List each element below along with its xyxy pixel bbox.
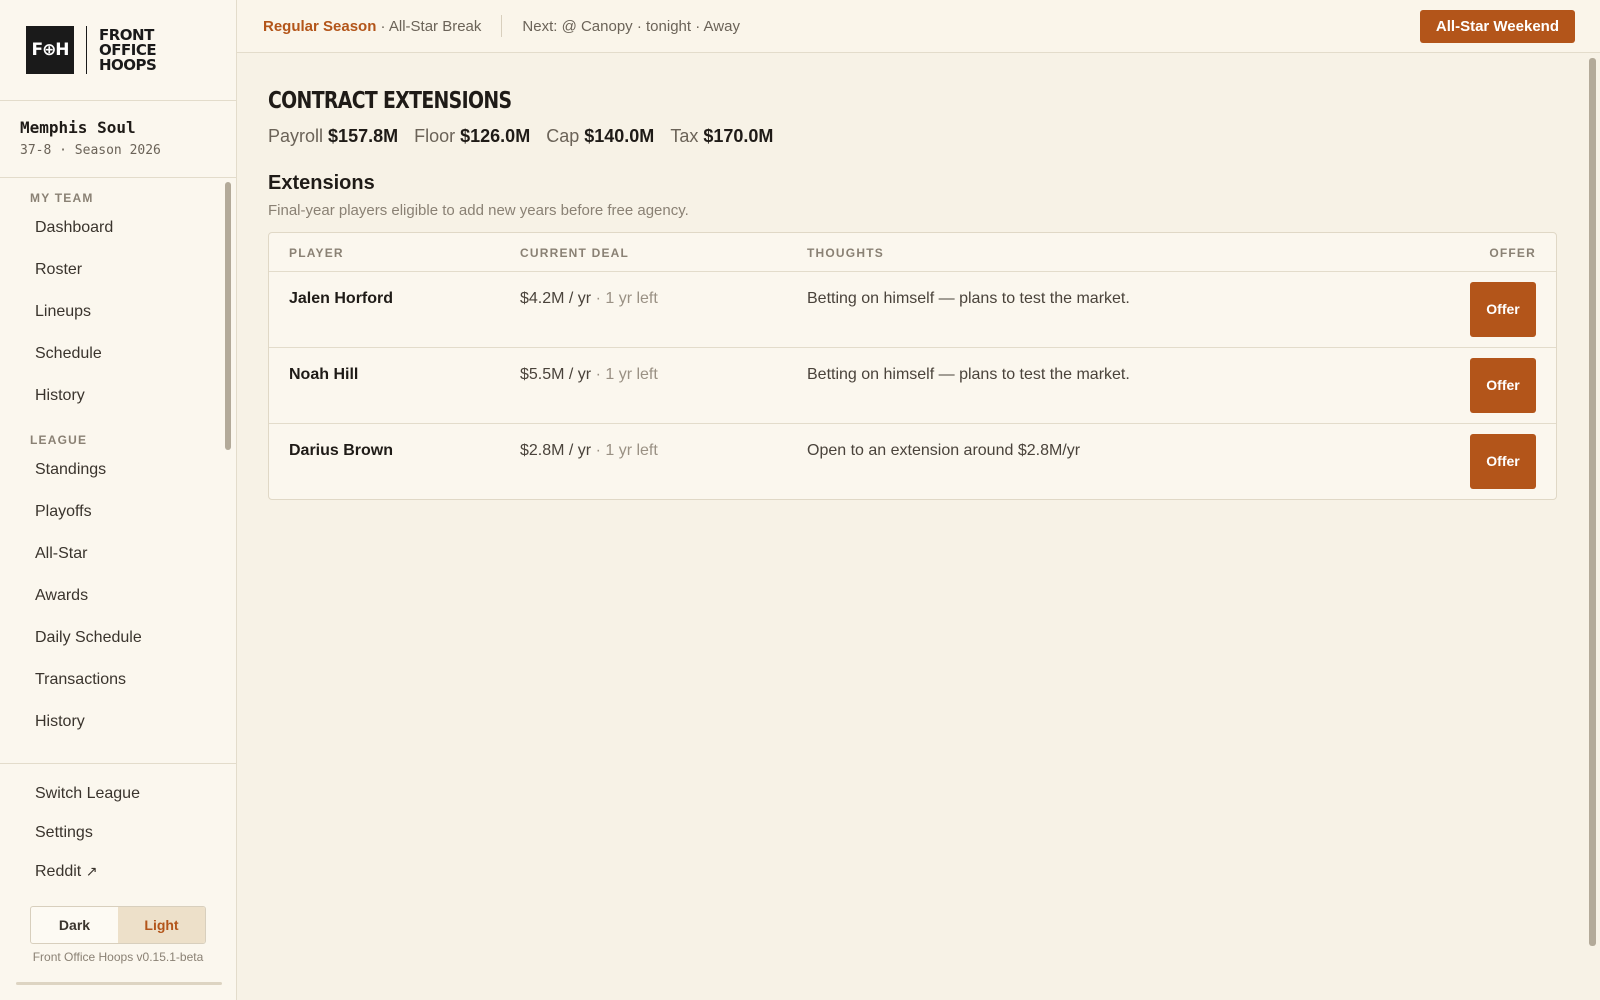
column-header-deal: CURRENT DEAL xyxy=(520,246,630,260)
app-version: Front Office Hoops v0.15.1-beta xyxy=(32,950,204,964)
deal-salary: $5.5M / yr xyxy=(520,366,592,383)
sidebar-scrollbar[interactable] xyxy=(225,182,231,450)
reddit-label: Reddit xyxy=(35,863,82,880)
cap-label: Tax xyxy=(670,126,699,146)
cap-item-floor: Floor $126.0M xyxy=(414,126,530,147)
sidebar-item-settings[interactable]: Settings xyxy=(0,813,236,852)
cap-item-tax: Tax $170.0M xyxy=(670,126,773,147)
sidebar-item-league-history[interactable]: History xyxy=(0,701,236,743)
cap-item-payroll: Payroll $157.8M xyxy=(268,126,398,147)
sidebar-item-playoffs[interactable]: Playoffs xyxy=(0,491,236,533)
logo-word: HOOPS xyxy=(99,55,157,74)
table-row: Noah Hill $5.5M / yr · 1 yr left Betting… xyxy=(269,348,1556,424)
deal-salary: $2.8M / yr xyxy=(520,442,592,459)
sidebar-item-dashboard[interactable]: Dashboard xyxy=(0,207,236,249)
external-link-icon: ↗ xyxy=(85,863,98,879)
deal-years: · 1 yr left xyxy=(591,290,658,307)
theme-toggle: Dark Light xyxy=(30,906,206,944)
sidebar-item-schedule[interactable]: Schedule xyxy=(0,333,236,375)
player-thoughts: Betting on himself — plans to test the m… xyxy=(807,366,1130,383)
extensions-table: PLAYER CURRENT DEAL THOUGHTS OFFER Jalen… xyxy=(268,232,1557,500)
nav-section-my-team: MY TEAM xyxy=(30,191,94,205)
deal-years: · 1 yr left xyxy=(591,366,658,383)
sidebar-item-lineups[interactable]: Lineups xyxy=(0,291,236,333)
sidebar-nav: MY TEAM Dashboard Roster Lineups Schedul… xyxy=(0,178,236,764)
team-card: Memphis Soul 37-8 · Season 2026 xyxy=(0,101,236,178)
top-bar-divider xyxy=(501,15,503,37)
section-subtitle: Final-year players eligible to add new y… xyxy=(268,202,689,219)
sidebar-item-all-star[interactable]: All-Star xyxy=(0,533,236,575)
sidebar-item-transactions[interactable]: Transactions xyxy=(0,659,236,701)
sidebar-bottom-scrollbar[interactable] xyxy=(16,982,222,985)
theme-dark-button[interactable]: Dark xyxy=(31,907,118,943)
cap-label: Payroll xyxy=(268,126,324,146)
offer-button[interactable]: Offer xyxy=(1470,358,1536,413)
sidebar-item-awards[interactable]: Awards xyxy=(0,575,236,617)
logo[interactable]: F⊕H FRONT OFFICE HOOPS xyxy=(0,0,236,101)
cap-item-cap: Cap $140.0M xyxy=(546,126,654,147)
next-game: Next: @ Canopy · tonight · Away xyxy=(522,17,740,35)
logo-mark: F⊕H xyxy=(26,26,74,74)
season-label: Regular Season xyxy=(263,17,377,35)
main-content: CONTRACT EXTENSIONS Payroll $157.8M Floo… xyxy=(237,54,1600,1000)
sidebar-item-daily-schedule[interactable]: Daily Schedule xyxy=(0,617,236,659)
column-header-thoughts: THOUGHTS xyxy=(807,246,884,260)
table-header: PLAYER CURRENT DEAL THOUGHTS OFFER xyxy=(269,233,1556,272)
player-thoughts: Open to an extension around $2.8M/yr xyxy=(807,442,1081,459)
cap-label: Floor xyxy=(414,126,456,146)
deal-salary: $4.2M / yr xyxy=(520,290,592,307)
sidebar-item-history[interactable]: History xyxy=(0,375,236,417)
offer-button[interactable]: Offer xyxy=(1470,282,1536,337)
cap-value: $170.0M xyxy=(703,126,774,146)
sidebar-item-switch-league[interactable]: Switch League xyxy=(0,774,236,813)
all-star-weekend-button[interactable]: All-Star Weekend xyxy=(1419,10,1575,43)
team-name: Memphis Soul xyxy=(20,118,136,137)
deal-years: · 1 yr left xyxy=(591,442,658,459)
table-row: Darius Brown $2.8M / yr · 1 yr left Open… xyxy=(269,424,1556,500)
sidebar-item-reddit[interactable]: Reddit ↗ xyxy=(0,852,236,891)
sidebar-item-standings[interactable]: Standings xyxy=(0,449,236,491)
sidebar: F⊕H FRONT OFFICE HOOPS Memphis Soul 37-8… xyxy=(0,0,237,1000)
page-title: CONTRACT EXTENSIONS xyxy=(268,88,512,114)
cap-value: $140.0M xyxy=(584,126,655,146)
sidebar-footer-nav: Switch League Settings Reddit ↗ xyxy=(0,774,236,891)
current-deal: $5.5M / yr · 1 yr left xyxy=(520,366,658,384)
player-thoughts: Betting on himself — plans to test the m… xyxy=(807,290,1130,307)
player-name[interactable]: Jalen Horford xyxy=(289,290,393,308)
cap-value: $157.8M xyxy=(328,126,399,146)
table-row: Jalen Horford $4.2M / yr · 1 yr left Bet… xyxy=(269,272,1556,348)
cap-label: Cap xyxy=(546,126,580,146)
player-name[interactable]: Darius Brown xyxy=(289,442,393,460)
team-record: 37-8 · Season 2026 xyxy=(20,143,161,158)
player-name[interactable]: Noah Hill xyxy=(289,366,358,384)
logo-divider xyxy=(86,26,87,74)
column-header-player: PLAYER xyxy=(289,246,344,260)
offer-button[interactable]: Offer xyxy=(1470,434,1536,489)
logo-wordmark: FRONT OFFICE HOOPS xyxy=(99,27,157,74)
column-header-offer: OFFER xyxy=(1489,246,1536,260)
current-deal: $2.8M / yr · 1 yr left xyxy=(520,442,658,460)
top-bar: Regular Season · All-Star Break Next: @ … xyxy=(237,0,1600,53)
theme-light-button[interactable]: Light xyxy=(118,907,205,943)
nav-section-league: LEAGUE xyxy=(30,433,88,447)
cap-value: $126.0M xyxy=(460,126,531,146)
season-phase: · All-Star Break xyxy=(376,17,482,35)
main-scrollbar[interactable] xyxy=(1589,58,1596,946)
cap-summary: Payroll $157.8M Floor $126.0M Cap $140.0… xyxy=(268,126,773,147)
sidebar-item-roster[interactable]: Roster xyxy=(0,249,236,291)
season-status: Regular Season · All-Star Break xyxy=(263,18,481,35)
section-title: Extensions xyxy=(268,172,375,194)
current-deal: $4.2M / yr · 1 yr left xyxy=(520,290,658,308)
